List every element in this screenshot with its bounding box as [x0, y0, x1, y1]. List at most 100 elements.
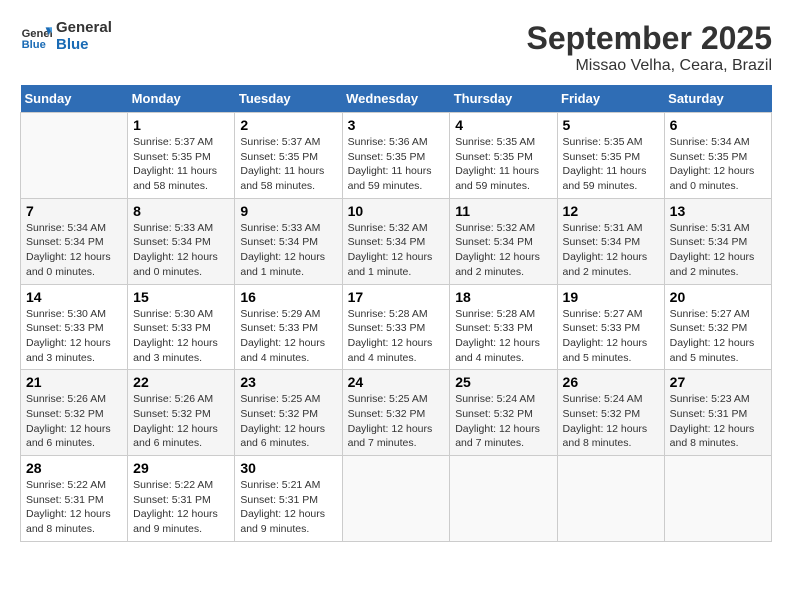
- day-number: 27: [670, 374, 766, 390]
- day-number: 28: [26, 460, 122, 476]
- col-monday: Monday: [128, 85, 235, 113]
- day-number: 25: [455, 374, 551, 390]
- table-row: 18 Sunrise: 5:28 AM Sunset: 5:33 PM Dayli…: [450, 284, 557, 370]
- day-number: 3: [348, 117, 445, 133]
- title-area: September 2025 Missao Velha, Ceara, Braz…: [527, 20, 772, 75]
- table-row: 12Sunrise: 5:31 AM Sunset: 5:34 PM Dayli…: [557, 198, 664, 284]
- calendar-week-row: 7Sunrise: 5:34 AM Sunset: 5:34 PM Daylig…: [21, 198, 772, 284]
- calendar-header-row: Sunday Monday Tuesday Wednesday Thursday…: [21, 85, 772, 113]
- day-info: Sunrise: 5:30 AM Sunset: 5:33 PM Dayligh…: [26, 307, 122, 366]
- day-info: Sunrise: 5:27 AM Sunset: 5:32 PM Dayligh…: [670, 307, 766, 366]
- day-info: Sunrise: 5:23 AM Sunset: 5:31 PM Dayligh…: [670, 392, 766, 451]
- day-info: Sunrise: 5:30 AM Sunset: 5:33 PM Dayligh…: [133, 307, 229, 366]
- calendar-week-row: 28 Sunrise: 5:22 AM Sunset: 5:31 PM Dayli…: [21, 456, 772, 542]
- table-row: 13Sunrise: 5:31 AM Sunset: 5:34 PM Dayli…: [664, 198, 771, 284]
- col-tuesday: Tuesday: [235, 85, 342, 113]
- day-info: Sunrise: 5:25 AM Sunset: 5:32 PM Dayligh…: [348, 392, 445, 451]
- day-info: Sunrise: 5:35 AM Sunset: 5:35 PM Dayligh…: [563, 135, 659, 194]
- table-row: 28 Sunrise: 5:22 AM Sunset: 5:31 PM Dayli…: [21, 456, 128, 542]
- day-info: Sunrise: 5:22 AM Sunset: 5:31 PM Dayligh…: [26, 478, 122, 537]
- day-number: 17: [348, 289, 445, 305]
- day-info: Sunrise: 5:36 AM Sunset: 5:35 PM Dayligh…: [348, 135, 445, 194]
- day-info: Sunrise: 5:21 AM Sunset: 5:31 PM Dayligh…: [240, 478, 336, 537]
- table-row: 15 Sunrise: 5:30 AM Sunset: 5:33 PM Dayli…: [128, 284, 235, 370]
- table-row: 6 Sunrise: 5:34 AM Sunset: 5:35 PM Daylig…: [664, 113, 771, 199]
- day-number: 13: [670, 203, 766, 219]
- table-row: 26 Sunrise: 5:24 AM Sunset: 5:32 PM Dayli…: [557, 370, 664, 456]
- logo-icon: General Blue: [20, 21, 52, 53]
- day-number: 18: [455, 289, 551, 305]
- table-row: 29 Sunrise: 5:22 AM Sunset: 5:31 PM Dayli…: [128, 456, 235, 542]
- day-info: Sunrise: 5:25 AM Sunset: 5:32 PM Dayligh…: [240, 392, 336, 451]
- table-row: 24 Sunrise: 5:25 AM Sunset: 5:32 PM Dayli…: [342, 370, 450, 456]
- location-title: Missao Velha, Ceara, Brazil: [527, 57, 772, 75]
- day-number: 2: [240, 117, 336, 133]
- day-number: 20: [670, 289, 766, 305]
- day-number: 16: [240, 289, 336, 305]
- day-info: Sunrise: 5:32 AM Sunset: 5:34 PM Dayligh…: [455, 221, 551, 280]
- day-info: Sunrise: 5:29 AM Sunset: 5:33 PM Dayligh…: [240, 307, 336, 366]
- table-row: 22Sunrise: 5:26 AM Sunset: 5:32 PM Dayli…: [128, 370, 235, 456]
- table-row: 14 Sunrise: 5:30 AM Sunset: 5:33 PM Dayli…: [21, 284, 128, 370]
- table-row: 2Sunrise: 5:37 AM Sunset: 5:35 PM Daylig…: [235, 113, 342, 199]
- table-row: 17 Sunrise: 5:28 AM Sunset: 5:33 PM Dayli…: [342, 284, 450, 370]
- col-sunday: Sunday: [21, 85, 128, 113]
- day-info: Sunrise: 5:37 AM Sunset: 5:35 PM Dayligh…: [133, 135, 229, 194]
- day-info: Sunrise: 5:33 AM Sunset: 5:34 PM Dayligh…: [133, 221, 229, 280]
- day-info: Sunrise: 5:22 AM Sunset: 5:31 PM Dayligh…: [133, 478, 229, 537]
- calendar-week-row: 21 Sunrise: 5:26 AM Sunset: 5:32 PM Dayli…: [21, 370, 772, 456]
- table-row: 9Sunrise: 5:33 AM Sunset: 5:34 PM Daylig…: [235, 198, 342, 284]
- day-info: Sunrise: 5:34 AM Sunset: 5:34 PM Dayligh…: [26, 221, 122, 280]
- day-number: 8: [133, 203, 229, 219]
- day-number: 6: [670, 117, 766, 133]
- day-info: Sunrise: 5:26 AM Sunset: 5:32 PM Dayligh…: [133, 392, 229, 451]
- table-row: [664, 456, 771, 542]
- col-saturday: Saturday: [664, 85, 771, 113]
- day-number: 14: [26, 289, 122, 305]
- day-info: Sunrise: 5:35 AM Sunset: 5:35 PM Dayligh…: [455, 135, 551, 194]
- table-row: 4 Sunrise: 5:35 AM Sunset: 5:35 PM Daylig…: [450, 113, 557, 199]
- day-info: Sunrise: 5:28 AM Sunset: 5:33 PM Dayligh…: [348, 307, 445, 366]
- table-row: 10Sunrise: 5:32 AM Sunset: 5:34 PM Dayli…: [342, 198, 450, 284]
- table-row: 30Sunrise: 5:21 AM Sunset: 5:31 PM Dayli…: [235, 456, 342, 542]
- svg-text:Blue: Blue: [22, 39, 46, 51]
- day-info: Sunrise: 5:28 AM Sunset: 5:33 PM Dayligh…: [455, 307, 551, 366]
- day-number: 26: [563, 374, 659, 390]
- table-row: [342, 456, 450, 542]
- table-row: 11 Sunrise: 5:32 AM Sunset: 5:34 PM Dayli…: [450, 198, 557, 284]
- day-number: 23: [240, 374, 336, 390]
- day-number: 15: [133, 289, 229, 305]
- table-row: 19 Sunrise: 5:27 AM Sunset: 5:33 PM Dayli…: [557, 284, 664, 370]
- day-info: Sunrise: 5:33 AM Sunset: 5:34 PM Dayligh…: [240, 221, 336, 280]
- day-number: 19: [563, 289, 659, 305]
- col-wednesday: Wednesday: [342, 85, 450, 113]
- day-info: Sunrise: 5:24 AM Sunset: 5:32 PM Dayligh…: [563, 392, 659, 451]
- day-info: Sunrise: 5:32 AM Sunset: 5:34 PM Dayligh…: [348, 221, 445, 280]
- table-row: 25 Sunrise: 5:24 AM Sunset: 5:32 PM Dayli…: [450, 370, 557, 456]
- col-friday: Friday: [557, 85, 664, 113]
- table-row: 20 Sunrise: 5:27 AM Sunset: 5:32 PM Dayli…: [664, 284, 771, 370]
- day-info: Sunrise: 5:27 AM Sunset: 5:33 PM Dayligh…: [563, 307, 659, 366]
- table-row: 7Sunrise: 5:34 AM Sunset: 5:34 PM Daylig…: [21, 198, 128, 284]
- table-row: 8 Sunrise: 5:33 AM Sunset: 5:34 PM Daylig…: [128, 198, 235, 284]
- day-number: 4: [455, 117, 551, 133]
- day-number: 1: [133, 117, 229, 133]
- logo-text-blue: Blue: [56, 37, 112, 54]
- day-number: 11: [455, 203, 551, 219]
- logo: General Blue General Blue: [20, 20, 112, 53]
- table-row: [557, 456, 664, 542]
- table-row: 27 Sunrise: 5:23 AM Sunset: 5:31 PM Dayli…: [664, 370, 771, 456]
- table-row: 16 Sunrise: 5:29 AM Sunset: 5:33 PM Dayli…: [235, 284, 342, 370]
- day-info: Sunrise: 5:24 AM Sunset: 5:32 PM Dayligh…: [455, 392, 551, 451]
- logo-text-general: General: [56, 20, 112, 37]
- day-info: Sunrise: 5:34 AM Sunset: 5:35 PM Dayligh…: [670, 135, 766, 194]
- table-row: 1 Sunrise: 5:37 AM Sunset: 5:35 PM Daylig…: [128, 113, 235, 199]
- page-header: General Blue General Blue September 2025…: [20, 20, 772, 75]
- calendar-table: Sunday Monday Tuesday Wednesday Thursday…: [20, 85, 772, 542]
- day-number: 29: [133, 460, 229, 476]
- day-number: 24: [348, 374, 445, 390]
- day-number: 21: [26, 374, 122, 390]
- calendar-week-row: 1 Sunrise: 5:37 AM Sunset: 5:35 PM Daylig…: [21, 113, 772, 199]
- calendar-week-row: 14 Sunrise: 5:30 AM Sunset: 5:33 PM Dayli…: [21, 284, 772, 370]
- day-info: Sunrise: 5:26 AM Sunset: 5:32 PM Dayligh…: [26, 392, 122, 451]
